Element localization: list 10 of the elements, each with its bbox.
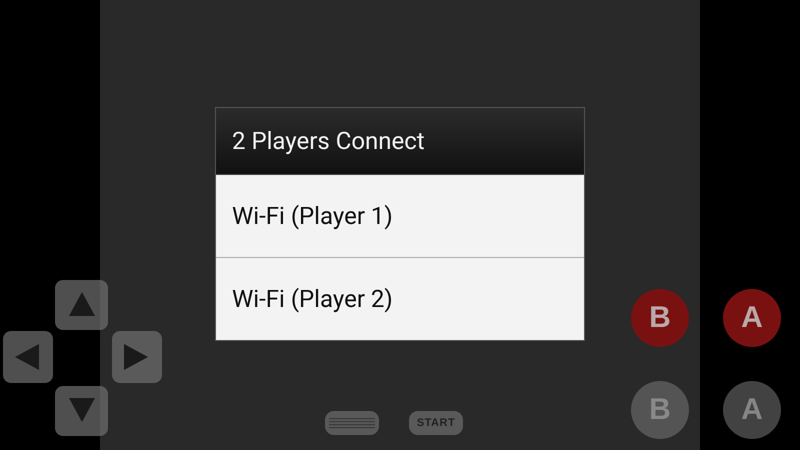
stripes-icon <box>329 416 375 430</box>
dpad-button[interactable] <box>55 280 108 330</box>
game-button[interactable]: A <box>723 289 781 347</box>
dpad-button[interactable] <box>55 386 108 436</box>
dpad-button[interactable] <box>112 331 162 383</box>
turbo-button[interactable]: A <box>723 381 781 439</box>
dialog-option[interactable]: Wi-Fi (Player 2) <box>216 257 584 340</box>
select-button[interactable] <box>325 411 379 435</box>
dpad-button[interactable] <box>3 331 53 383</box>
dialog-option[interactable]: Wi-Fi (Player 1) <box>216 175 584 257</box>
